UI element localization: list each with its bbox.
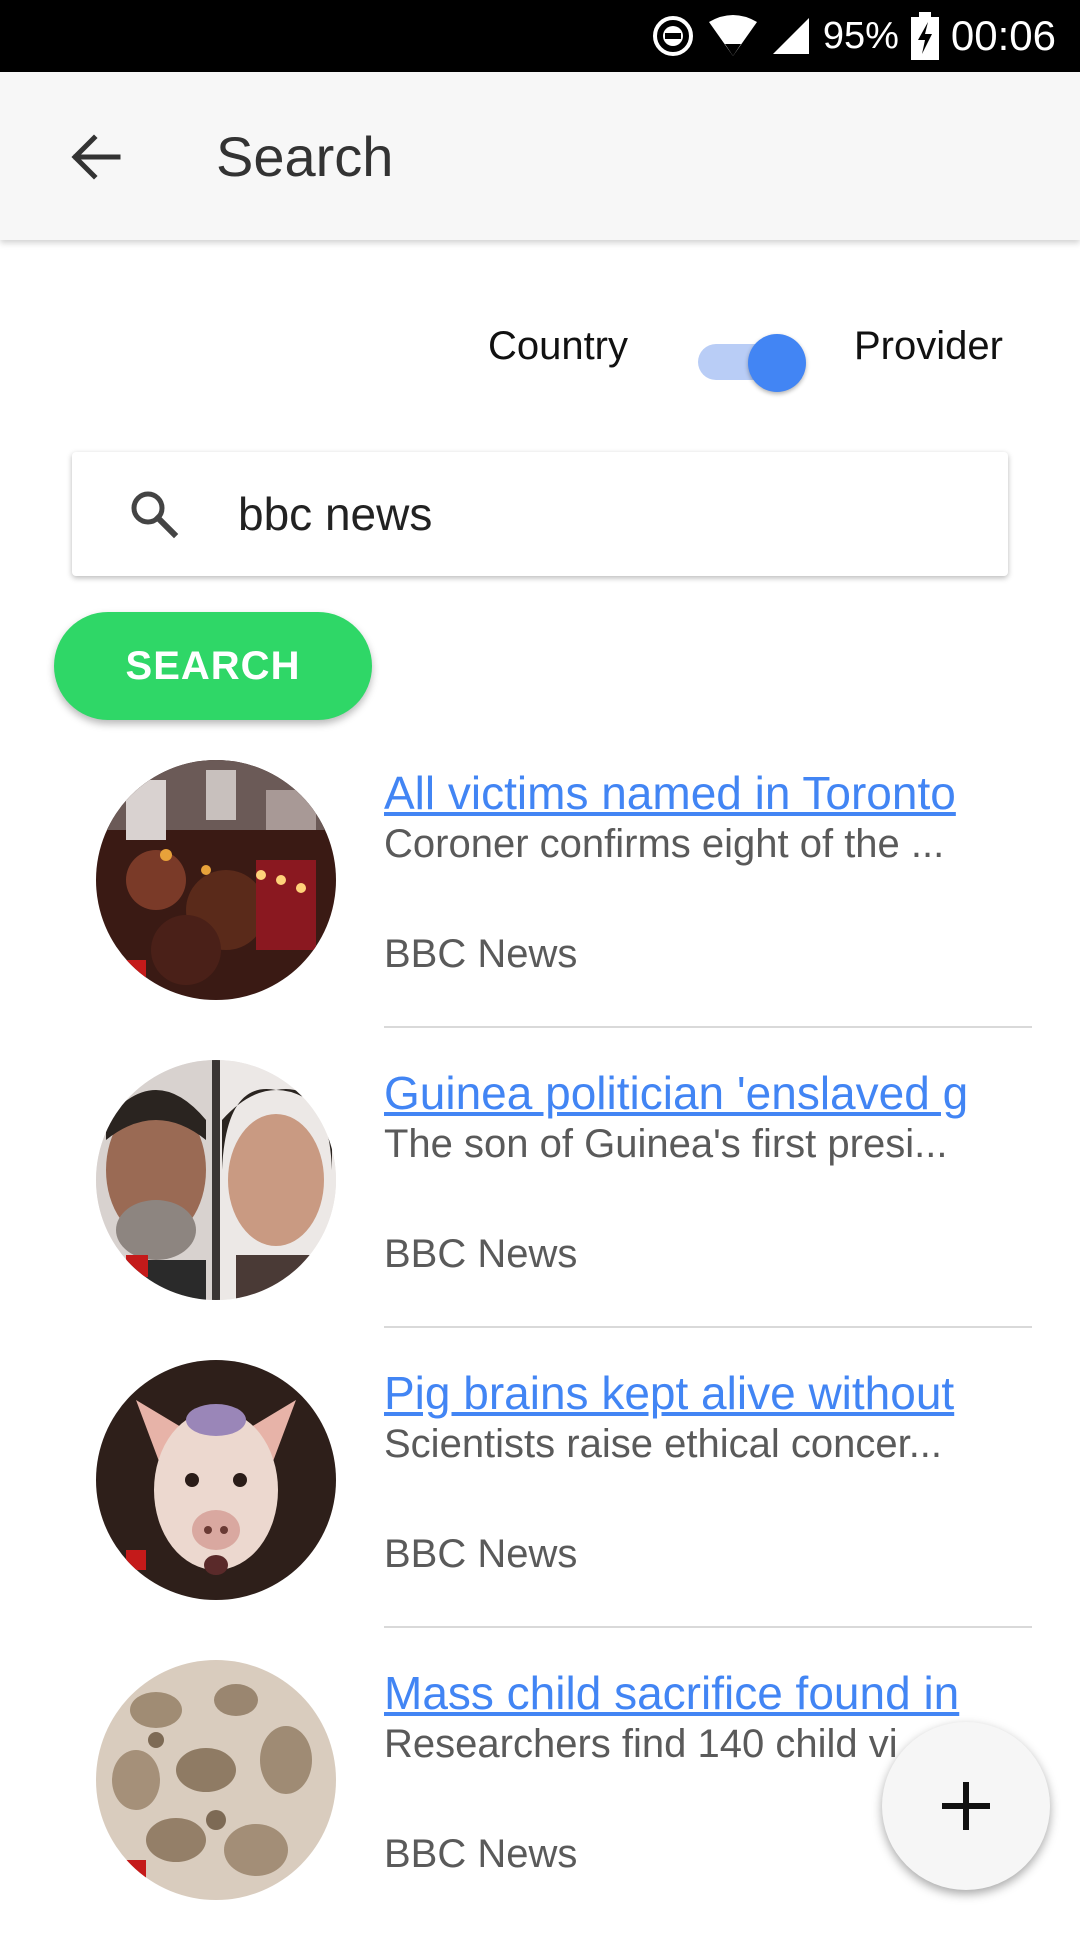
back-button[interactable] xyxy=(60,122,130,192)
portraits-photo xyxy=(96,1060,336,1300)
result-title-link[interactable]: Mass child sacrifice found in xyxy=(384,1666,984,1720)
plus-icon xyxy=(942,1782,990,1830)
page-title: Search xyxy=(216,125,394,188)
result-source: BBC News xyxy=(384,1532,578,1576)
dnd-icon xyxy=(652,16,693,56)
result-thumbnail[interactable] xyxy=(96,760,336,1000)
result-thumbnail[interactable] xyxy=(96,1060,336,1300)
excavation-photo xyxy=(96,1660,336,1900)
result-source: BBC News xyxy=(384,1832,578,1876)
result-title-link[interactable]: Guinea politician 'enslaved g xyxy=(384,1066,984,1120)
switch-knob[interactable] xyxy=(748,334,806,392)
result-description: Coroner confirms eight of the ... xyxy=(384,822,945,866)
divider xyxy=(384,1326,1032,1328)
signal-icon xyxy=(772,18,809,54)
search-button[interactable]: SEARCH xyxy=(54,612,372,720)
memorial-photo xyxy=(96,760,336,1000)
arrow-back-icon xyxy=(71,134,121,180)
country-provider-switch[interactable] xyxy=(698,330,808,392)
pig-photo xyxy=(96,1360,336,1600)
divider xyxy=(384,1626,1032,1628)
search-field[interactable]: bbc news xyxy=(72,452,1008,576)
filter-toggle-row: Country Provider xyxy=(0,310,1080,392)
search-icon xyxy=(131,491,179,539)
result-item[interactable]: Pig brains kept alive without Scientists… xyxy=(0,1340,1080,1640)
add-fab-button[interactable] xyxy=(882,1722,1050,1890)
status-bar: 95% 00:06 xyxy=(0,0,1080,72)
result-title-link[interactable]: All victims named in Toronto xyxy=(384,766,984,820)
clock: 00:06 xyxy=(950,12,1056,59)
result-source: BBC News xyxy=(384,1232,578,1276)
toggle-label-country[interactable]: Country xyxy=(488,324,628,369)
result-title-link[interactable]: Pig brains kept alive without xyxy=(384,1366,984,1420)
toggle-label-provider[interactable]: Provider xyxy=(854,324,1003,369)
app-bar: Search xyxy=(0,72,1080,240)
wifi-icon xyxy=(708,15,757,56)
result-item[interactable]: Guinea politician 'enslaved g The son of… xyxy=(0,1040,1080,1340)
result-description: Scientists raise ethical concer... xyxy=(384,1422,943,1466)
search-input[interactable]: bbc news xyxy=(238,452,432,576)
result-description: The son of Guinea's first presi... xyxy=(384,1122,948,1166)
result-source: BBC News xyxy=(384,932,578,976)
battery-percent: 95% xyxy=(822,14,899,57)
divider xyxy=(384,1026,1032,1028)
result-item[interactable]: All victims named in Toronto Coroner con… xyxy=(0,740,1080,1040)
result-thumbnail[interactable] xyxy=(96,1660,336,1900)
battery-charging-icon xyxy=(910,12,939,60)
result-thumbnail[interactable] xyxy=(96,1360,336,1600)
status-icons: 95% 00:06 xyxy=(651,0,1056,72)
